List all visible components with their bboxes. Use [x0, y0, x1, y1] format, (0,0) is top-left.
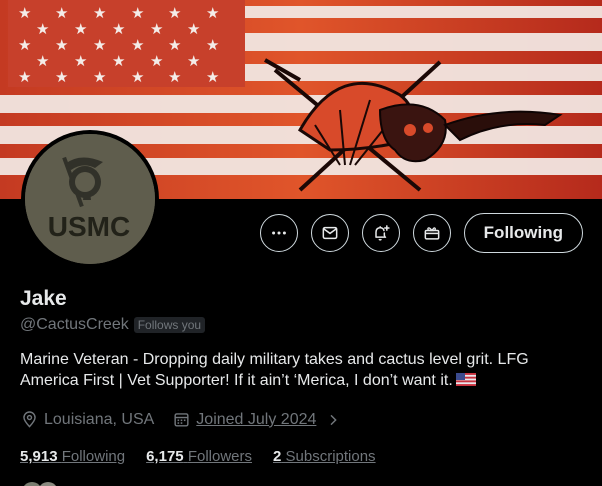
handle-row: @CactusCreek Follows you [20, 316, 206, 334]
join-date[interactable]: Joined July 2024 [172, 410, 341, 429]
following-button[interactable]: Following [463, 213, 583, 253]
svg-text:★: ★ [74, 20, 87, 38]
calendar-icon [174, 413, 189, 427]
svg-text:★: ★ [168, 68, 181, 86]
svg-text:★: ★ [18, 68, 31, 86]
more-button[interactable] [259, 214, 298, 252]
svg-text:★: ★ [168, 36, 181, 54]
us-flag-icon [455, 373, 476, 386]
profile-bio: Marine Veteran - Dropping daily military… [20, 349, 590, 391]
username-handle: @CactusCreek [20, 316, 129, 333]
svg-text:★: ★ [55, 4, 68, 22]
subscribe-button[interactable] [412, 214, 451, 252]
followers-count: 6,175 [146, 448, 184, 465]
display-name: Jake [20, 287, 67, 310]
svg-text:★: ★ [187, 20, 200, 38]
svg-text:★: ★ [55, 68, 68, 86]
following-count: 5,913 [20, 448, 58, 465]
profile-avatar[interactable]: USMC [21, 130, 159, 268]
following-label: Following [61, 448, 126, 465]
bio-text: Marine Veteran - Dropping daily military… [20, 351, 529, 389]
message-button[interactable] [310, 214, 349, 252]
followers-label: Followers [187, 448, 252, 465]
svg-text:★: ★ [93, 4, 106, 22]
message-icon [322, 226, 338, 240]
svg-text:★: ★ [55, 36, 68, 54]
location-pin-icon [23, 411, 36, 428]
followers-stat[interactable]: 6,175 Followers [146, 448, 252, 465]
svg-text:★: ★ [131, 4, 144, 22]
joined-date-text[interactable]: Joined July 2024 [196, 411, 316, 429]
notification-bell-icon [374, 225, 390, 241]
follows-you-badge: Follows you [133, 317, 206, 333]
svg-text:★: ★ [131, 68, 144, 86]
svg-text:★: ★ [206, 68, 219, 86]
subscriptions-stat[interactable]: 2 Subscriptions [273, 448, 376, 465]
profile-meta: Louisiana, USA Joined July 2024 [20, 410, 341, 429]
avatar-text: USMC [48, 211, 130, 242]
profile-stats: 5,913 Following 6,175 Followers 2 Subscr… [20, 448, 376, 465]
location-text: Louisiana, USA [44, 410, 155, 428]
followed-by-avatars[interactable] [22, 480, 72, 486]
notifications-button[interactable] [361, 214, 400, 252]
svg-text:★: ★ [36, 20, 49, 38]
svg-text:★: ★ [206, 36, 219, 54]
subscriptions-count: 2 [273, 448, 282, 465]
svg-text:★: ★ [18, 36, 31, 54]
chevron-right-icon [330, 414, 338, 425]
svg-text:★: ★ [93, 68, 106, 86]
location: Louisiana, USA [20, 410, 154, 429]
svg-text:★: ★ [36, 52, 49, 70]
svg-text:★: ★ [168, 4, 181, 22]
profile-actions: Following [259, 213, 583, 253]
svg-text:★: ★ [74, 52, 87, 70]
subscriptions-label: Subscriptions [285, 448, 376, 465]
following-stat[interactable]: 5,913 Following [20, 448, 125, 465]
subscribe-gift-icon [424, 227, 440, 240]
svg-text:★: ★ [18, 4, 31, 22]
svg-text:★: ★ [112, 20, 125, 38]
avatar-image: USMC [25, 134, 155, 264]
svg-text:★: ★ [131, 36, 144, 54]
svg-text:★: ★ [206, 4, 219, 22]
svg-text:★: ★ [150, 20, 163, 38]
svg-text:★: ★ [187, 52, 200, 70]
svg-text:★: ★ [150, 52, 163, 70]
svg-text:★: ★ [93, 36, 106, 54]
svg-text:★: ★ [112, 52, 125, 70]
more-icon [271, 231, 286, 235]
